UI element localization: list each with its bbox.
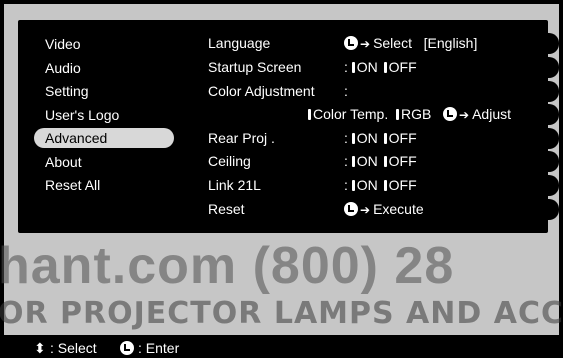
startup-screen-row[interactable]: Startup Screen : ON OFF [200,57,559,78]
on-indicator-icon [351,180,355,191]
off-indicator-icon [383,156,387,167]
link21l-on[interactable]: ON [357,177,378,193]
reset-action[interactable]: ➔ Execute [344,199,424,221]
rear-proj-label: Rear Proj . [208,130,275,146]
on-indicator-icon [351,156,355,167]
select-hint: : Select [50,340,97,356]
off-indicator-icon [383,180,387,191]
startup-off[interactable]: OFF [389,59,417,75]
ceiling-off[interactable]: OFF [389,153,417,169]
startup-screen-options[interactable]: : ON OFF [344,57,417,78]
on-indicator-icon [351,133,355,144]
language-action: Select [373,35,412,51]
arrow-right-icon: ➔ [360,37,371,51]
separator: : [344,59,348,75]
reset-row[interactable]: Reset ➔ Execute [200,199,559,220]
menu-item-about[interactable]: About [34,152,174,172]
rgb-option[interactable]: RGB [401,106,431,122]
adjust-action: Adjust [472,106,511,122]
watermark-line1: hant.com (800) 28 [0,237,455,295]
arrow-right-icon: ➔ [360,203,371,217]
enter-icon [120,341,134,355]
up-down-icon: ⬍ [34,340,46,356]
rear-proj-row[interactable]: Rear Proj . : ON OFF [200,128,559,149]
color-temp-option[interactable]: Color Temp. [313,106,388,122]
color-adjustment-row[interactable]: Color Adjustment : [200,81,559,102]
menu-item-video[interactable]: Video [34,34,174,54]
startup-on[interactable]: ON [357,59,378,75]
enter-icon [443,107,458,121]
enter-hint: : Enter [138,340,180,356]
menu-item-advanced[interactable]: Advanced [34,128,174,148]
language-value[interactable]: ➔ Select [English] [344,33,477,55]
link21l-label: Link 21L [208,177,261,193]
ceiling-on[interactable]: ON [357,153,378,169]
menu-item-reset-all[interactable]: Reset All [34,175,174,195]
on-indicator-icon [351,62,355,73]
link21l-off[interactable]: OFF [389,177,417,193]
option-indicator-icon [396,109,399,120]
enter-icon [344,202,358,216]
language-current: [English] [423,35,478,51]
off-indicator-icon [383,133,387,144]
link21l-options[interactable]: : ON OFF [344,175,417,196]
menu-item-audio[interactable]: Audio [34,58,174,78]
enter-icon [344,36,358,50]
arrow-right-icon: ➔ [459,108,470,122]
ceiling-options[interactable]: : ON OFF [344,151,417,172]
rear-proj-off[interactable]: OFF [389,130,417,146]
color-options-row[interactable]: Color Temp. RGB ➔ Adjust [200,104,559,125]
footer-bar: ⬍ : Select : Enter [0,338,563,358]
separator: : [344,153,348,169]
rear-proj-options[interactable]: : ON OFF [344,128,417,149]
separator: : [344,130,348,146]
language-row[interactable]: Language ➔ Select [English] [200,33,559,54]
off-indicator-icon [383,62,387,73]
ceiling-label: Ceiling [208,153,251,169]
menu-item-setting[interactable]: Setting [34,81,174,101]
menu-item-users-logo[interactable]: User's Logo [34,105,174,125]
watermark-line2: OR PROJECTOR LAMPS AND ACCE [0,296,563,331]
color-options[interactable]: Color Temp. RGB ➔ Adjust [308,104,511,126]
option-indicator-icon [308,109,311,120]
color-adjustment-sep: : [344,83,348,99]
color-adjustment-label: Color Adjustment [208,83,315,99]
link21l-row[interactable]: Link 21L : ON OFF [200,175,559,196]
language-label: Language [208,35,271,51]
rear-proj-on[interactable]: ON [357,130,378,146]
execute-label: Execute [373,201,424,217]
startup-screen-label: Startup Screen [208,59,302,75]
ceiling-row[interactable]: Ceiling : ON OFF [200,151,559,172]
separator: : [344,177,348,193]
reset-label: Reset [208,201,245,217]
